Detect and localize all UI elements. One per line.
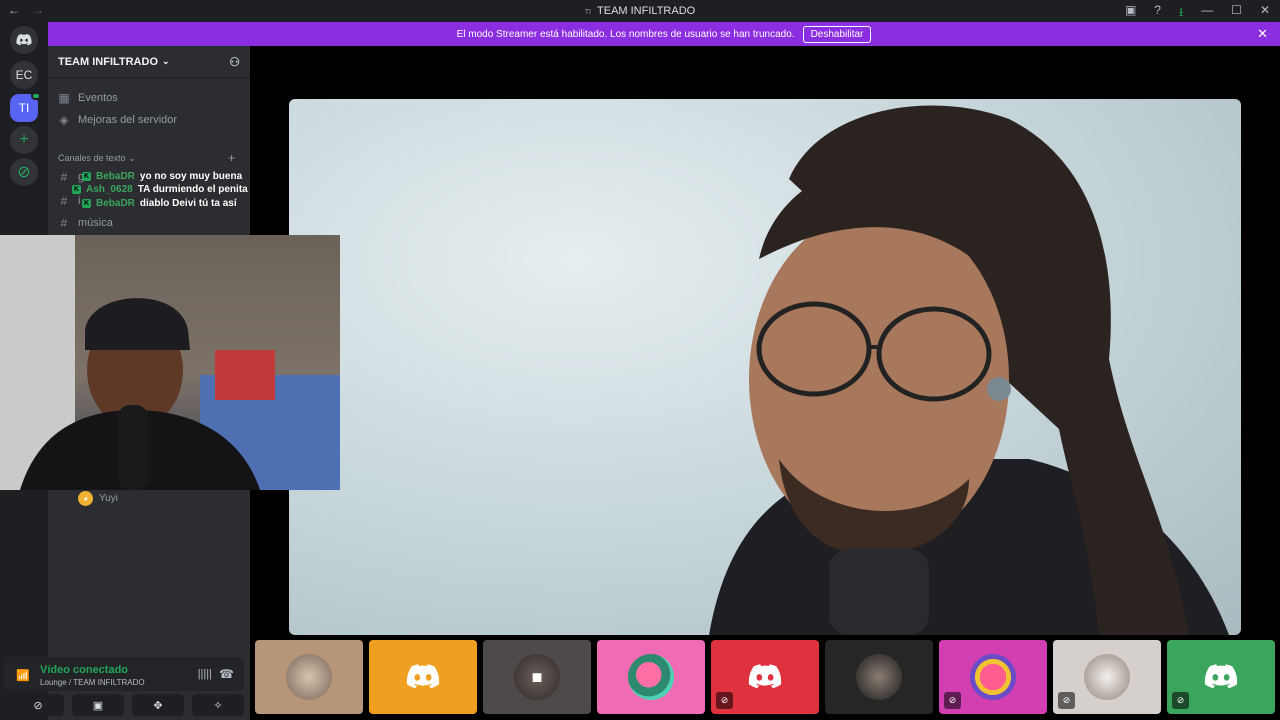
inbox-icon[interactable]: ▣ — [1125, 3, 1136, 24]
discord-logo-icon — [748, 664, 782, 689]
muted-mic-icon: ⊘ — [1172, 692, 1189, 709]
discord-logo-icon — [1204, 664, 1238, 689]
participant-tiles: ■ ⊘ ⊘ ⊘ ⊘ — [255, 640, 1275, 714]
muted-mic-icon: ⊘ — [716, 692, 733, 709]
boost-icon: ◈ — [59, 113, 69, 127]
channel-item-musica[interactable]: # música — [58, 216, 113, 230]
participant-tile[interactable] — [255, 640, 363, 714]
live-badge — [31, 92, 41, 100]
participant-tile[interactable]: ⊘ — [1167, 640, 1275, 714]
hash-icon: # — [60, 216, 68, 230]
window-title: TI TEAM INFILTRADO — [584, 5, 696, 17]
server-header[interactable]: TEAM INFILTRADO ⌄ ⚇ — [48, 46, 250, 78]
webcam-overlay — [0, 235, 340, 490]
kick-badge-icon: K — [72, 185, 81, 194]
server-icon-ec[interactable]: EC — [10, 61, 38, 89]
banner-text: El modo Streamer está habilitado. Los no… — [456, 28, 795, 40]
disconnect-icon[interactable]: ☎ — [219, 667, 234, 681]
channel-item[interactable]: # g — [58, 170, 84, 184]
server-glyph: TI — [584, 9, 592, 16]
main-video-feed[interactable] — [289, 99, 1241, 635]
sidebar-item-events[interactable]: ▦ Eventos — [58, 91, 117, 105]
participant-tile[interactable]: ⊘ — [711, 640, 819, 714]
screen-share-button[interactable]: ▣ — [72, 694, 124, 716]
minimize-icon[interactable]: — — [1201, 3, 1213, 24]
chevron-down-icon: ⌄ — [162, 56, 170, 66]
participant-tile[interactable]: ⊘ — [1053, 640, 1161, 714]
chevron-down-icon: ⌄ — [128, 153, 136, 163]
participant-photo-avatar — [856, 654, 902, 700]
participant-photo-avatar: ■ — [514, 654, 560, 700]
muted-mic-icon: ⊘ — [1058, 692, 1075, 709]
participant-tile[interactable] — [597, 640, 705, 714]
voice-channel-path[interactable]: Lounge / TEAM INFILTRADO — [40, 678, 145, 687]
participant-photo-avatar — [1084, 654, 1130, 700]
discord-logo-icon — [406, 664, 440, 689]
screen-share-icon: ▣ — [92, 699, 104, 712]
activities-button[interactable]: ✥ — [132, 694, 184, 716]
activities-icon: ✥ — [153, 699, 163, 712]
participant-tile[interactable] — [369, 640, 477, 714]
webcam-person-figure — [0, 235, 340, 490]
category-text-channels[interactable]: Canales de texto ⌄ + — [58, 151, 235, 165]
streamer-person-figure — [709, 105, 1229, 635]
invite-icon[interactable]: ⚇ — [229, 55, 240, 69]
disable-streamer-button[interactable]: Deshabilitar — [802, 25, 872, 43]
voice-member-yuyi[interactable]: ◕ Yuyi — [78, 491, 118, 506]
server-name: TEAM INFILTRADO — [58, 55, 159, 68]
participant-cartoon-avatar — [628, 654, 674, 700]
signal-icon[interactable]: 📶 — [16, 669, 30, 682]
camera-off-icon: ⊘ — [33, 699, 43, 712]
add-server-icon[interactable]: + — [10, 126, 38, 154]
hash-icon: # — [60, 194, 68, 208]
server-icon-ti[interactable]: TI — [10, 92, 41, 122]
noise-suppression-icon[interactable]: ||||| — [198, 668, 212, 680]
download-icon[interactable]: ⭳ — [1179, 3, 1183, 24]
chat-overlay-message: K BebaDR yo no soy muy buena — [82, 171, 243, 182]
camera-off-button[interactable]: ⊘ — [12, 694, 64, 716]
add-channel-icon[interactable]: + — [228, 151, 235, 165]
chat-overlay-message: K BebaDR diablo Deivi tú ta así — [82, 198, 237, 209]
window-controls: ▣ ? ⭳ — ☐ ✕ — [1125, 3, 1270, 24]
sidebar-item-boost[interactable]: ◈ Mejoras del servidor — [58, 113, 177, 127]
voice-status[interactable]: Vídeo conectado — [40, 664, 128, 676]
hash-icon: # — [60, 170, 68, 184]
participant-tile[interactable] — [825, 640, 933, 714]
close-window-icon[interactable]: ✕ — [1260, 3, 1270, 24]
participant-tile[interactable]: ■ — [483, 640, 591, 714]
voice-action-buttons: ⊘ ▣ ✥ ✧ — [12, 694, 244, 716]
chat-overlay-message: K Ash_0628 TA durmiendo el penita e — [72, 184, 257, 195]
voice-connection-panel: 📶 Vídeo conectado Lounge / TEAM INFILTRA… — [4, 657, 244, 691]
soundboard-button[interactable]: ✧ — [192, 694, 244, 716]
channel-item[interactable]: # i — [58, 194, 81, 208]
discord-home-icon[interactable] — [10, 26, 38, 54]
video-camera-icon: ■ — [531, 666, 543, 687]
muted-mic-icon: ⊘ — [944, 692, 961, 709]
kick-badge-icon: K — [82, 199, 91, 208]
discord-avatar-icon: ◕ — [78, 491, 93, 506]
maximize-icon[interactable]: ☐ — [1231, 3, 1242, 24]
soundboard-icon: ✧ — [213, 699, 223, 712]
kick-badge-icon: K — [82, 172, 91, 181]
help-icon[interactable]: ? — [1154, 3, 1161, 24]
title-bar: ← → TI TEAM INFILTRADO ▣ ? ⭳ — ☐ ✕ — [0, 0, 1280, 22]
explore-icon[interactable]: ⊘ — [10, 158, 38, 186]
close-banner-icon[interactable]: ✕ — [1257, 26, 1268, 42]
participant-tile[interactable]: ⊘ — [939, 640, 1047, 714]
participant-photo-avatar — [286, 654, 332, 700]
participant-cartoon-avatar — [970, 654, 1016, 700]
streamer-mode-banner: El modo Streamer está habilitado. Los no… — [48, 22, 1280, 46]
calendar-icon: ▦ — [58, 91, 70, 105]
